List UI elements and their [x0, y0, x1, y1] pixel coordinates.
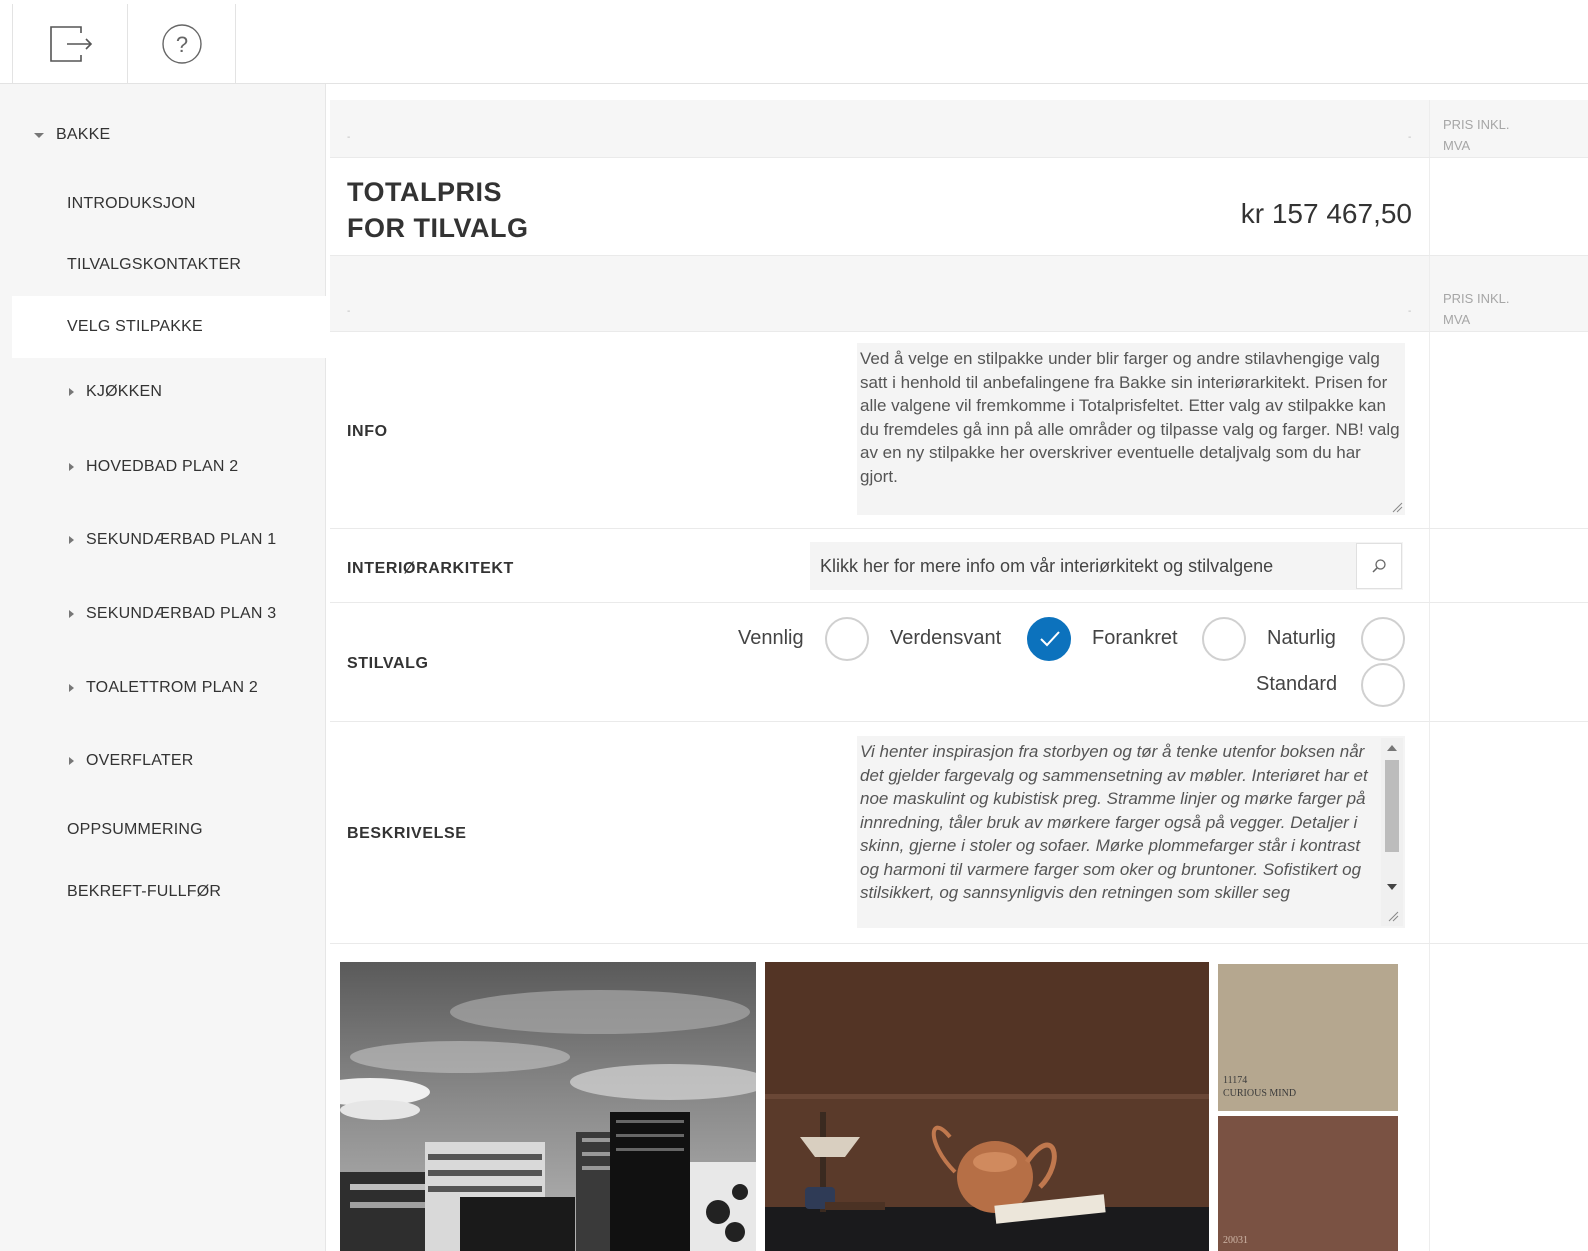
info-label: INFO	[347, 423, 388, 440]
architect-row: INTERIØRARKITEKT Klikk her for mere info…	[330, 529, 1588, 603]
checkmark-icon	[1040, 631, 1060, 647]
city-mood-image	[340, 962, 756, 1251]
sidebar-item-hovedbad-plan-2[interactable]: HOVEDBAD PLAN 2	[12, 436, 326, 498]
sidebar-item-label: TOALETTROM PLAN 2	[86, 679, 259, 696]
total-price-value: kr 157 467,50	[1240, 198, 1412, 229]
sidebar-item-overflater[interactable]: OVERFLATER	[12, 730, 326, 792]
header-dot: -	[1408, 306, 1412, 317]
colour-swatch-curious-mind: 11174 CURIOUS MIND	[1218, 964, 1398, 1111]
sidebar-item-sekundaerbad-plan-1[interactable]: SEKUNDÆRBAD PLAN 1	[12, 509, 326, 571]
sidebar-item-label: OPPSUMMERING	[67, 821, 203, 838]
sidebar-item-label: INTRODUKSJON	[67, 195, 196, 212]
logout-button[interactable]	[12, 4, 128, 83]
sidebar-item-label: HOVEDBAD PLAN 2	[86, 458, 239, 475]
style-radio-naturlig[interactable]	[1361, 617, 1405, 661]
chevron-right-icon	[69, 610, 74, 618]
kettle-mood-image	[765, 962, 1209, 1251]
style-option-label: Naturlig	[1267, 627, 1336, 649]
price-header-row-2: - - PRIS INKL. MVA	[330, 256, 1588, 332]
search-icon	[1372, 559, 1386, 573]
sidebar-item-sekundaerbad-plan-3[interactable]: SEKUNDÆRBAD PLAN 3	[12, 583, 326, 645]
style-option-label: Verdensvant	[890, 627, 1002, 649]
chevron-right-icon	[69, 536, 74, 544]
sidebar-nav: BAKKE INTRODUKSJON TILVALGSKONTAKTER VEL…	[0, 84, 326, 1251]
style-radio-standard[interactable]	[1361, 663, 1405, 707]
style-radio-verdensvant[interactable]	[1027, 617, 1071, 661]
top-toolbar: ?	[0, 0, 1588, 84]
scrollbar-thumb[interactable]	[1385, 760, 1399, 852]
svg-text:?: ?	[175, 32, 187, 57]
style-choice-label: STILVALG	[347, 655, 429, 672]
sidebar-item-label: OVERFLATER	[86, 752, 194, 769]
scroll-down-icon[interactable]	[1387, 883, 1397, 891]
logout-icon	[49, 25, 92, 62]
sidebar-item-bekreft-fullfor[interactable]: BEKREFT-FULLFØR	[12, 861, 326, 923]
price-header-row: - - PRIS INKL. MVA	[330, 100, 1588, 158]
sidebar-item-tilvalgskontakter[interactable]: TILVALGSKONTAKTER	[12, 234, 326, 296]
chevron-right-icon	[69, 463, 74, 471]
resize-handle-icon[interactable]	[1391, 501, 1403, 513]
style-option-label: Vennlig	[738, 627, 804, 649]
sidebar-item-velg-stilpakke[interactable]: VELG STILPAKKE	[12, 296, 326, 358]
chevron-down-icon	[34, 132, 44, 138]
sidebar-root-bakke[interactable]: BAKKE	[0, 104, 314, 166]
chevron-right-icon	[69, 757, 74, 765]
swatch-code: 20031	[1223, 1235, 1248, 1246]
sidebar-item-label: SEKUNDÆRBAD PLAN 1	[86, 531, 277, 548]
architect-label: INTERIØRARKITEKT	[347, 560, 514, 577]
help-icon: ?	[161, 23, 202, 64]
search-button[interactable]	[1356, 543, 1402, 589]
help-button[interactable]: ?	[127, 4, 236, 83]
chevron-right-icon	[69, 684, 74, 692]
architect-link-text: Klikk her for mere info om vår interiørk…	[820, 555, 1274, 576]
style-radio-forankret[interactable]	[1202, 617, 1246, 661]
style-choice-row: STILVALG Vennlig Verdensvant Forankret N…	[330, 603, 1588, 722]
price-column-header: PRIS INKL. MVA	[1443, 291, 1510, 327]
total-price-title: TOTALPRIS FOR TILVALG	[347, 177, 529, 243]
style-option-label: Standard	[1256, 673, 1338, 695]
description-row: BESKRIVELSE Vi henter inspirasjon fra st…	[330, 722, 1588, 944]
scroll-up-icon[interactable]	[1387, 744, 1397, 752]
info-row: INFO Ved å velge en stilpakke under blir…	[330, 332, 1588, 529]
sidebar-item-toalettrom-plan-2[interactable]: TOALETTROM PLAN 2	[12, 657, 326, 719]
swatch-name: CURIOUS MIND	[1223, 1088, 1297, 1099]
colour-swatch-brown: 20031	[1218, 1116, 1398, 1251]
price-column-header: PRIS INKL. MVA	[1443, 117, 1510, 153]
header-dot: -	[347, 306, 351, 317]
main-content: - - PRIS INKL. MVA TOTALPRIS FOR TILVALG…	[330, 84, 1588, 1251]
description-label: BESKRIVELSE	[347, 825, 467, 842]
sidebar-item-label: VELG STILPAKKE	[67, 318, 203, 335]
swatch-code: 11174	[1223, 1075, 1248, 1086]
mood-images-row: 11174 CURIOUS MIND 20031	[330, 944, 1588, 1251]
sidebar-item-kjokken[interactable]: KJØKKEN	[12, 361, 326, 423]
header-dot: -	[1408, 132, 1412, 143]
total-price-row: TOTALPRIS FOR TILVALG kr 157 467,50	[330, 158, 1588, 256]
style-radio-vennlig[interactable]	[825, 617, 869, 661]
resize-handle-icon[interactable]	[1387, 910, 1399, 922]
style-option-label: Forankret	[1092, 627, 1178, 649]
sidebar-item-label: SEKUNDÆRBAD PLAN 3	[86, 605, 277, 622]
chevron-right-icon	[69, 388, 74, 396]
sidebar-root-label: BAKKE	[56, 126, 111, 143]
sidebar-item-label: BEKREFT-FULLFØR	[67, 883, 222, 900]
header-dot: -	[347, 132, 351, 143]
description-textarea[interactable]: Vi henter inspirasjon fra storbyen og tø…	[857, 736, 1405, 928]
sidebar-item-introduksjon[interactable]: INTRODUKSJON	[12, 173, 326, 235]
sidebar-item-label: TILVALGSKONTAKTER	[67, 256, 242, 273]
sidebar-item-label: KJØKKEN	[86, 383, 163, 400]
description-scrollbar[interactable]	[1381, 738, 1403, 926]
sidebar-item-oppsummering[interactable]: OPPSUMMERING	[12, 799, 326, 861]
architect-info-link[interactable]: Klikk her for mere info om vår interiørk…	[810, 542, 1403, 590]
info-textarea[interactable]: Ved å velge en stilpakke under blir farg…	[857, 343, 1405, 515]
